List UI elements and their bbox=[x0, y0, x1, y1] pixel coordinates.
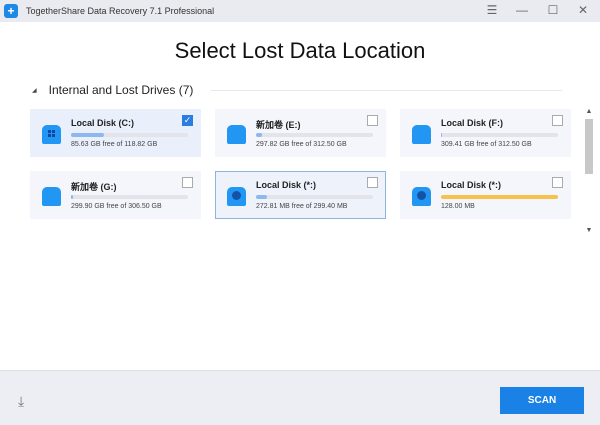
drive-checkbox[interactable] bbox=[552, 177, 563, 188]
usage-bar bbox=[256, 133, 373, 137]
usage-bar bbox=[441, 133, 558, 137]
close-icon[interactable]: ✕ bbox=[575, 3, 591, 17]
disk-icon bbox=[42, 187, 61, 206]
usage-bar bbox=[256, 195, 373, 199]
footer: ⤓ SCAN bbox=[0, 370, 600, 425]
disk-icon bbox=[227, 125, 246, 144]
usage-bar bbox=[441, 195, 558, 199]
lost-disk-icon bbox=[227, 187, 246, 206]
drive-name: Local Disk (F:) bbox=[441, 118, 504, 128]
collapse-triangle-icon[interactable]: ◢ bbox=[32, 87, 37, 94]
usage-bar-fill bbox=[256, 133, 262, 137]
usage-bar-fill bbox=[441, 133, 443, 137]
app-logo-icon: + bbox=[4, 4, 18, 18]
drive-size: 297.82 GB free of 312.50 GB bbox=[256, 141, 347, 148]
divider bbox=[211, 89, 562, 91]
scrollbar[interactable]: ▲ ▼ bbox=[584, 108, 594, 234]
menu-icon[interactable]: ☰ bbox=[484, 3, 500, 17]
scroll-down-icon[interactable]: ▼ bbox=[584, 227, 594, 234]
page-title: Select Lost Data Location bbox=[174, 38, 426, 63]
download-icon[interactable]: ⤓ bbox=[18, 393, 24, 410]
windows-disk-icon bbox=[42, 125, 61, 144]
drive-size: 85.63 GB free of 118.82 GB bbox=[71, 141, 158, 148]
section-title: Internal and Lost Drives (7) bbox=[48, 83, 194, 97]
scroll-up-icon[interactable]: ▲ bbox=[584, 108, 594, 115]
scan-button[interactable]: SCAN bbox=[500, 387, 584, 414]
drive-card[interactable]: Local Disk (*:) 272.81 MB free of 299.40… bbox=[215, 171, 386, 219]
drive-card[interactable]: 新加卷 (E:) 297.82 GB free of 312.50 GB bbox=[215, 109, 386, 157]
drive-checkbox[interactable] bbox=[367, 115, 378, 126]
usage-bar-fill bbox=[71, 195, 74, 199]
drive-size: 309.41 GB free of 312.50 GB bbox=[441, 141, 532, 148]
scrollbar-thumb[interactable] bbox=[585, 119, 593, 174]
drive-size: 299.90 GB free of 306.50 GB bbox=[71, 203, 162, 210]
drive-name: Local Disk (*:) bbox=[256, 180, 317, 190]
drive-checkbox[interactable] bbox=[182, 177, 193, 188]
drive-card[interactable]: 新加卷 (G:) 299.90 GB free of 306.50 GB bbox=[30, 171, 201, 219]
drive-name: 新加卷 (E:) bbox=[256, 120, 301, 130]
usage-bar-fill bbox=[256, 195, 267, 199]
drive-checkbox[interactable] bbox=[367, 177, 378, 188]
section-header[interactable]: ◢ Internal and Lost Drives (7) bbox=[32, 83, 562, 97]
usage-bar bbox=[71, 133, 188, 137]
lost-disk-icon bbox=[412, 187, 431, 206]
drive-size: 272.81 MB free of 299.40 MB bbox=[256, 203, 348, 210]
title-bar: + TogetherShare Data Recovery 7.1 Profes… bbox=[0, 0, 600, 22]
drive-card[interactable]: Local Disk (C:) 85.63 GB free of 118.82 … bbox=[30, 109, 201, 157]
usage-bar-fill bbox=[441, 195, 558, 199]
disk-icon bbox=[412, 125, 431, 144]
minimize-icon[interactable]: — bbox=[514, 3, 530, 17]
drive-name: Local Disk (C:) bbox=[71, 118, 135, 128]
drive-checkbox[interactable]: ✓ bbox=[182, 115, 193, 126]
window-title: TogetherShare Data Recovery 7.1 Professi… bbox=[26, 6, 215, 16]
usage-bar bbox=[71, 195, 188, 199]
drive-card[interactable]: Local Disk (F:) 309.41 GB free of 312.50… bbox=[400, 109, 571, 157]
drive-size: 128.00 MB bbox=[441, 203, 475, 210]
drive-card[interactable]: Local Disk (*:) 128.00 MB bbox=[400, 171, 571, 219]
maximize-icon[interactable]: ☐ bbox=[545, 3, 561, 17]
drive-checkbox[interactable] bbox=[552, 115, 563, 126]
usage-bar-fill bbox=[71, 133, 104, 137]
drive-name: 新加卷 (G:) bbox=[71, 182, 117, 192]
drive-name: Local Disk (*:) bbox=[441, 180, 502, 190]
